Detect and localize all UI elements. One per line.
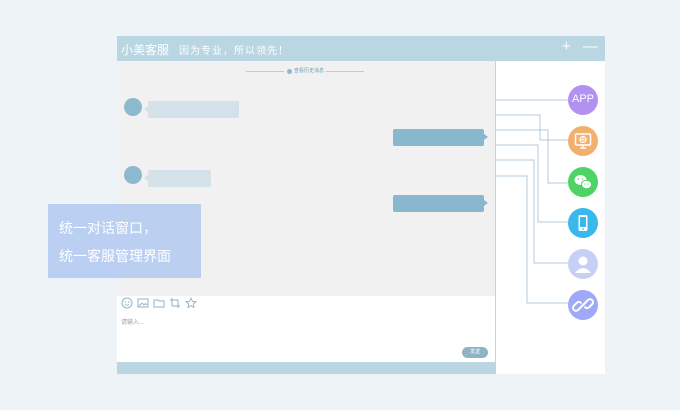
user-channel[interactable] bbox=[568, 249, 598, 279]
web-channel[interactable] bbox=[568, 126, 598, 156]
user-icon bbox=[575, 256, 591, 273]
monitor-icon bbox=[574, 133, 592, 149]
app-channel-label: APP bbox=[571, 93, 594, 105]
link-channel[interactable] bbox=[568, 290, 598, 320]
wechat-icon bbox=[574, 175, 592, 190]
wechat-channel[interactable] bbox=[568, 167, 598, 197]
app-channel[interactable]: APP bbox=[568, 85, 598, 115]
mobile-icon bbox=[578, 215, 588, 231]
mobile-channel[interactable] bbox=[568, 208, 598, 238]
connector-lines bbox=[496, 99, 568, 304]
link-icon bbox=[572, 298, 594, 312]
